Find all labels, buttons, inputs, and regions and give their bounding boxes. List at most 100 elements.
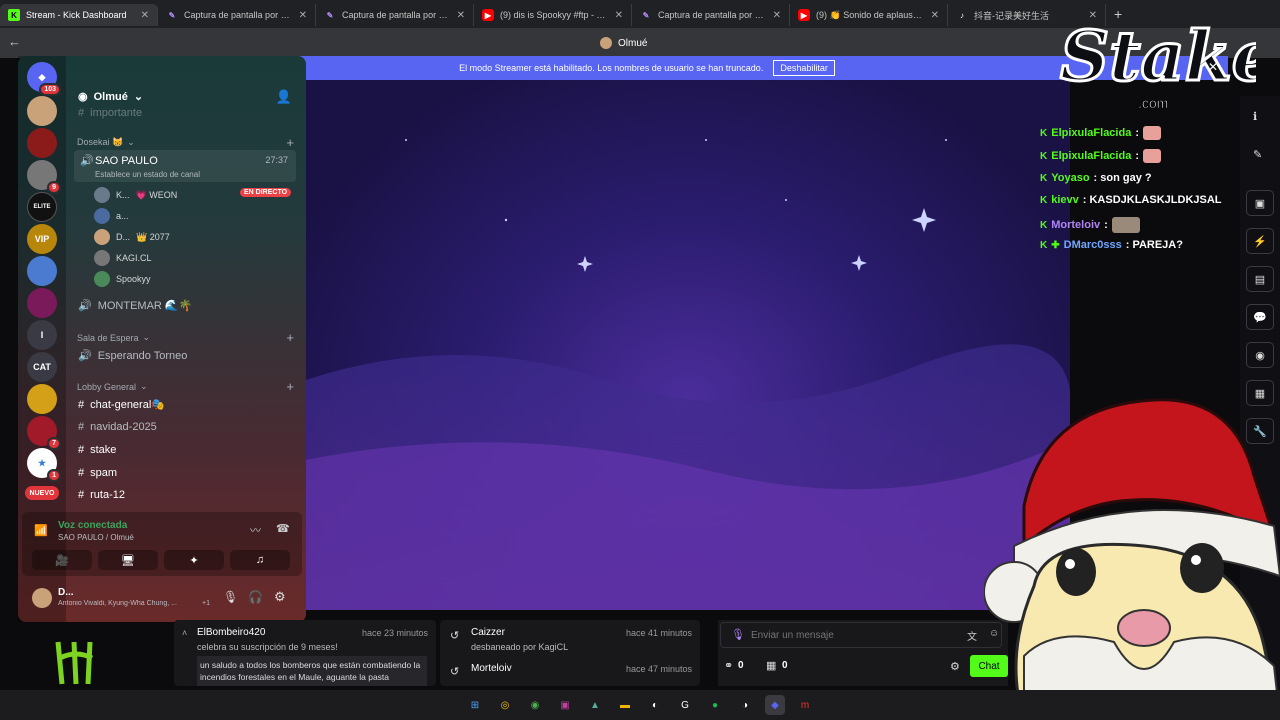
disconnect-icon[interactable]: ☎ [276,522,290,535]
store-icon[interactable]: ▦ [766,659,776,672]
new-badge: NUEVO [25,486,59,500]
server-icon-vip[interactable]: VIP [27,224,57,254]
add-channel-icon[interactable]: + [286,379,294,394]
category-sala-de-espera[interactable]: Sala de Espera ⌄ [77,332,150,343]
disable-streamer-button[interactable]: Deshabilitar [773,60,835,76]
activity-time: hace 23 minutos [361,628,428,638]
close-tab-icon[interactable]: ✕ [141,10,149,21]
channel-importante[interactable]: # importante [78,107,142,119]
settings-gear-icon[interactable]: ⚙ [274,589,286,605]
lightning-button[interactable]: ⚡ [1246,228,1274,254]
app-icon[interactable]: ◎ [495,695,515,715]
close-tab-icon[interactable]: ✕ [457,10,465,21]
tab-lightshot-3[interactable]: ✎ Captura de pantalla por Lightsh ✕ [632,4,790,26]
undo-icon[interactable]: ↺ [450,665,459,678]
chrome-icon[interactable]: ◉ [525,695,545,715]
edit-icon[interactable]: ✎ [1253,148,1262,161]
text-channel-navidad[interactable]: # navidad-2025 [78,421,157,433]
mod-log-user[interactable]: Morteloiv [471,663,512,674]
microphone-icon[interactable]: 🎙 [223,590,238,604]
server-icon[interactable] [27,384,57,414]
camera-button[interactable]: 🎥 [32,550,92,570]
text-channel-ruta-12[interactable]: # ruta-12 [78,489,125,501]
discord-icon[interactable]: ◆ [765,695,785,715]
activity-description: celebra su suscripción de 9 meses! [197,642,338,652]
app-icon[interactable]: ▣ [555,695,575,715]
back-arrow-icon[interactable]: ← [8,34,21,49]
noise-suppression-icon[interactable]: 〰 [250,522,261,538]
voice-channel-esperando-torneo[interactable]: 🔊 Esperando Torneo [78,349,187,363]
avatar[interactable] [32,588,52,608]
app-icon[interactable]: ◑ [735,695,755,715]
tab-youtube-2[interactable]: ▶ (9) 👏 Sonido de aplausos y gr ✕ [790,4,948,26]
translate-icon[interactable]: 文 [967,628,977,643]
server-icon[interactable]: ★ 1 [27,448,61,482]
connections-icon[interactable]: ⚭ [724,659,733,672]
close-banner-icon[interactable]: ✕ [1208,60,1218,74]
tab-youtube-1[interactable]: ▶ (9) dis is Spookyy #ftp - YouTub ✕ [474,4,632,26]
text-channel-stake[interactable]: # stake [78,444,116,456]
server-icon-cat[interactable]: CAT [27,352,57,382]
voice-member[interactable]: Spookyy [94,271,151,287]
spotify-icon[interactable]: ● [705,695,725,715]
close-tab-icon[interactable]: ✕ [773,10,781,21]
close-tab-icon[interactable]: ✕ [299,10,307,21]
windows-start-icon[interactable]: ⊞ [465,695,485,715]
file-explorer-icon[interactable]: ▬ [615,695,635,715]
close-tab-icon[interactable]: ✕ [615,10,623,21]
voice-member[interactable]: a... [94,208,129,224]
voice-location[interactable]: SAO PAULO / Olmué [58,533,134,542]
voice-channel-montemar[interactable]: 🔊 MONTEMAR 🌊🌴 [78,299,192,312]
activity-user[interactable]: ElBombeiro420 [197,627,265,638]
app-icon[interactable]: G [675,695,695,715]
chat-input-area: 🎙 文 ☺ ⚭ 0 ▦ 0 ⚙ Chat [718,620,1008,686]
star-icon [851,255,867,271]
add-channel-icon[interactable]: + [286,330,294,345]
youtube-icon: ▶ [798,9,810,21]
undo-icon[interactable]: ↺ [450,629,459,642]
server-icon[interactable] [27,128,57,158]
close-tab-icon[interactable]: ✕ [931,10,939,21]
chat-bubble-button[interactable]: 💬 [1246,304,1274,330]
category-lobby-general[interactable]: Lobby General ⌄ [77,381,148,392]
avatar [94,250,110,266]
obs-icon[interactable]: ◐ [645,695,665,715]
add-user-icon[interactable]: 👤 [276,89,292,105]
voice-member[interactable]: KAGI.CL [94,250,152,266]
voice-member[interactable]: D... 👑 2077 [94,229,170,245]
text-channel-spam[interactable]: # spam [78,467,117,479]
activities-button[interactable]: ✦ [164,550,224,570]
chat-message-input[interactable] [751,627,951,643]
server-icon-i[interactable]: I [27,320,57,350]
chat-input-box[interactable]: 🎙 文 ☺ [720,622,1002,648]
server-icon[interactable]: 7 [27,416,61,450]
server-icon[interactable] [27,256,57,286]
tab-lightshot-2[interactable]: ✎ Captura de pantalla por Lightsh ✕ [316,4,474,26]
server-icon[interactable]: 9 [27,160,61,194]
info-icon[interactable]: ℹ [1253,110,1257,123]
voice-member[interactable]: K... 💗 WEON [94,187,177,203]
screen-share-button[interactable]: 🖥 [98,550,158,570]
voice-channel-sao-paulo[interactable]: 🔊 SAO PAULO Establece un estado de canal… [74,150,296,182]
notes-button[interactable]: ▤ [1246,266,1274,292]
server-icon[interactable] [27,288,57,318]
headphones-icon[interactable]: 🎧 [248,590,263,604]
text-channel-chat-general[interactable]: # chat-general🎭 [78,398,165,412]
mod-log-user[interactable]: Caizzer [471,627,505,638]
emote-icon [1143,149,1161,163]
server-header[interactable]: ◉ Olmué ⌄ [78,90,143,104]
screenshot-button[interactable]: ▣ [1246,190,1274,216]
app-icon[interactable]: ▲ [585,695,605,715]
tab-kick-dashboard[interactable]: K Stream - Kick Dashboard ✕ [0,4,158,26]
add-channel-icon[interactable]: + [286,135,294,150]
soundboard-button[interactable]: ♫ [230,550,290,570]
discord-home-icon[interactable]: ◆ 103 [27,62,61,96]
tab-lightshot-1[interactable]: ✎ Captura de pantalla por Lightsh ✕ [158,4,316,26]
server-icon-elite[interactable]: ELITE [27,192,57,222]
server-icon-olmue[interactable] [27,96,57,126]
broadcast-button[interactable]: ◉ [1246,342,1274,368]
app-icon[interactable]: m [795,695,815,715]
category-dosekai[interactable]: Dosekai 😸 ⌄ [77,137,135,148]
chat-settings-icon[interactable]: ⚙ [950,660,960,673]
chat-message: K kievv : KASDJKLASKJLDKJSAL [1040,194,1222,206]
